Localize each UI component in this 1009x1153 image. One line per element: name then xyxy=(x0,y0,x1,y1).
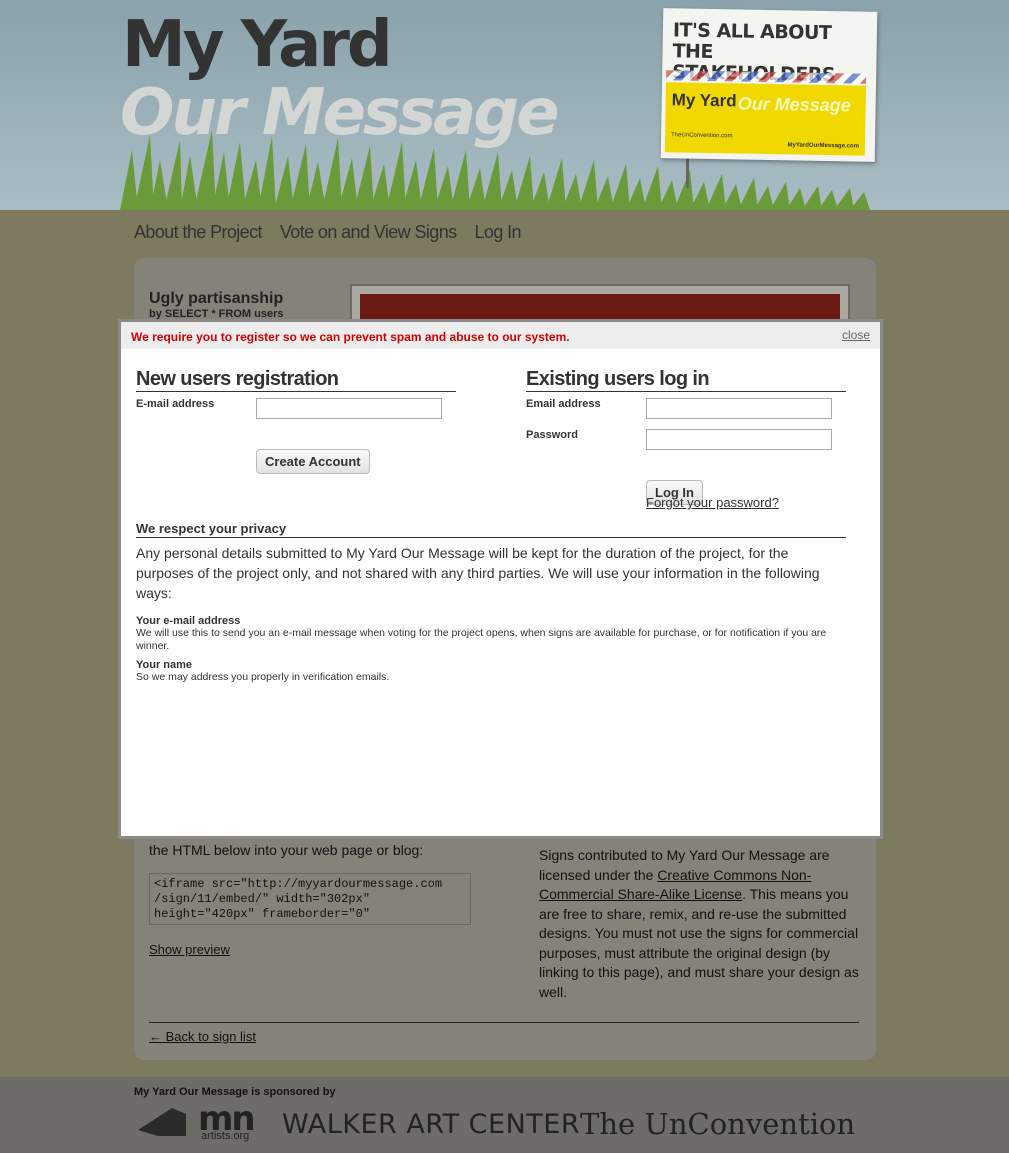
back-to-sign-list-link[interactable]: ← Back to sign list xyxy=(149,1029,256,1044)
walker-art-center-logo[interactable]: WALKER ART CENTER xyxy=(282,1109,580,1140)
yard-sign-graphic: IT'S ALL ABOUT THE STAKEHOLDERS My Yard … xyxy=(660,8,878,162)
main-nav: About the Project Vote on and View Signs… xyxy=(134,222,522,243)
registration-modal: We require you to register so we can pre… xyxy=(118,319,883,839)
registration-email-row: E-mail address xyxy=(136,398,456,429)
site-footer: My Yard Our Message is sponsored by mn a… xyxy=(0,1077,1009,1153)
sponsors-heading: My Yard Our Message is sponsored by xyxy=(134,1086,336,1098)
nav-vote-view-signs[interactable]: Vote on and View Signs xyxy=(280,222,457,243)
registration-email-input[interactable] xyxy=(256,398,442,419)
logo-our-message[interactable]: Our Message xyxy=(120,76,559,150)
sign-preview-frame xyxy=(350,284,850,324)
nav-log-in[interactable]: Log In xyxy=(475,222,522,243)
yard-sign-yellow-panel: My Yard Our Message TheUnConvention.com … xyxy=(664,82,867,156)
license-text: Signs contributed to My Yard Our Message… xyxy=(539,846,859,1002)
privacy-body: Any personal details submitted to My Yar… xyxy=(136,545,820,601)
login-email-input[interactable] xyxy=(646,398,832,419)
privacy-email-title: Your e-mail address xyxy=(136,615,241,627)
sign-title: Ugly partisanship xyxy=(149,290,284,307)
modal-error-message: We require you to register so we can pre… xyxy=(131,330,570,344)
privacy-title: We respect your privacy xyxy=(136,521,846,538)
privacy-email-text: We will use this to send you an e-mail m… xyxy=(136,627,827,652)
privacy-name-title: Your name xyxy=(136,659,193,671)
license-text-after: . This means you are free to share, remi… xyxy=(539,886,859,1000)
login-title: Existing users log in xyxy=(526,367,846,392)
unconvention-logo[interactable]: The UnConvention xyxy=(580,1107,855,1141)
yard-sign-url-left: TheUnConvention.com xyxy=(671,132,733,140)
yard-sign-our-message: Our Message xyxy=(737,93,851,116)
divider xyxy=(149,1022,859,1023)
forgot-password-link[interactable]: Forgot your password? xyxy=(646,495,779,510)
nav-about[interactable]: About the Project xyxy=(134,222,262,243)
modal-close-link[interactable]: close xyxy=(842,328,870,342)
embed-code-box[interactable]: <iframe src="http://myyardourmessage.com… xyxy=(149,873,471,925)
login-password-input[interactable] xyxy=(646,429,832,450)
yard-sign-url-right: MyYardOurMessage.com xyxy=(787,142,859,150)
modal-header-bar: We require you to register so we can pre… xyxy=(121,322,880,349)
login-email-row: Email address xyxy=(526,398,846,429)
registration-section: New users registration E-mail address Cr… xyxy=(136,367,456,474)
logo-my-yard[interactable]: My Yard xyxy=(122,8,393,82)
privacy-name-text: So we may address you properly in verifi… xyxy=(136,671,390,683)
login-password-row: Password xyxy=(526,429,846,460)
yard-sign-my-yard: My Yard xyxy=(671,90,737,111)
embed-instructions: the HTML below into your web page or blo… xyxy=(149,842,424,858)
mn-artists-logo-icon[interactable] xyxy=(138,1104,188,1140)
show-preview-link[interactable]: Show preview xyxy=(149,942,230,957)
login-email-label: Email address xyxy=(526,398,601,410)
registration-title: New users registration xyxy=(136,367,456,392)
create-account-button[interactable]: Create Account xyxy=(256,449,370,474)
mn-artists-logo-subtext: artists.org xyxy=(201,1130,250,1142)
login-password-label: Password xyxy=(526,429,578,441)
registration-email-label: E-mail address xyxy=(136,398,215,410)
privacy-section: We respect your privacy Any personal det… xyxy=(136,521,846,684)
sign-stake xyxy=(686,158,689,188)
login-section: Existing users log in Email address Pass… xyxy=(526,367,846,510)
site-header: My Yard Our Message IT'S ALL ABOUT THE S… xyxy=(0,0,1009,210)
